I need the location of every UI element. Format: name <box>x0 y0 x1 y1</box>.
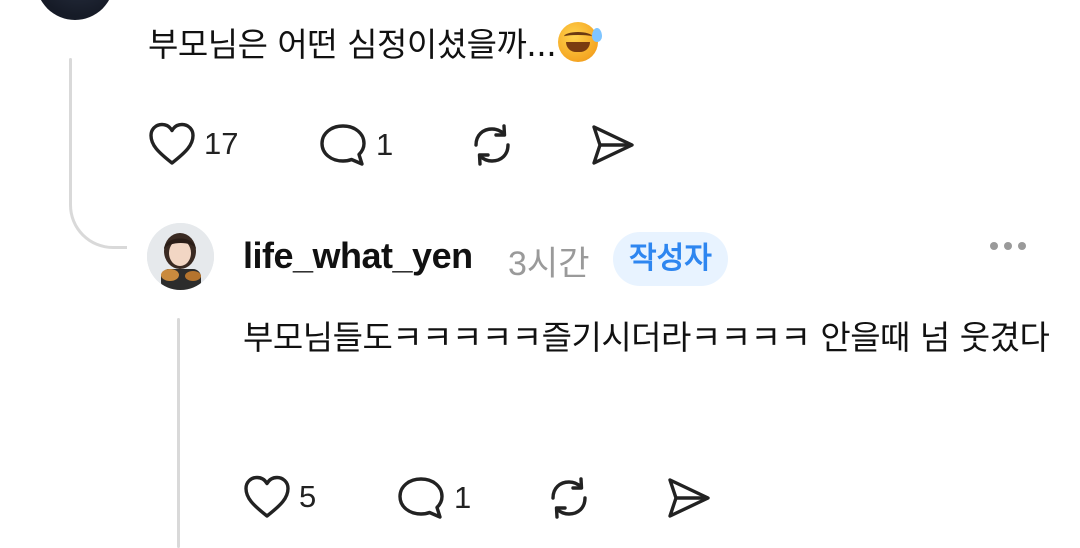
reply-text: 부모님들도ㅋㅋㅋㅋㅋ즐기시더라ㅋㅋㅋㅋ 안을때 넘 웃겼다 <box>243 318 1050 357</box>
reply-comment-button[interactable]: 1 <box>396 474 471 522</box>
author-avatar[interactable] <box>147 223 214 290</box>
parent-avatar[interactable] <box>36 0 114 20</box>
more-options-button[interactable] <box>990 242 1026 250</box>
comment-bubble-icon <box>398 477 444 519</box>
repost-button[interactable] <box>466 121 518 173</box>
reply-like-button[interactable]: 5 <box>243 474 316 520</box>
reply-comment-count: 1 <box>454 480 472 515</box>
reply-count: 1 <box>376 127 394 162</box>
like-button[interactable]: 17 <box>148 121 238 167</box>
like-count: 17 <box>204 126 239 161</box>
reply-thread-line <box>177 318 180 548</box>
rolling-laughing-emoji-icon <box>558 22 603 62</box>
reply-share-button[interactable] <box>664 474 714 526</box>
post-time: 3시간 <box>508 245 590 283</box>
thread-connector <box>69 175 127 249</box>
heart-icon <box>149 122 195 165</box>
comment-button[interactable]: 1 <box>318 121 393 169</box>
heart-icon <box>244 475 290 518</box>
repost-icon <box>474 124 510 166</box>
reply-like-count: 5 <box>299 479 317 514</box>
comment-bubble-icon <box>320 124 366 166</box>
more-dots-icon <box>990 242 998 250</box>
author-username[interactable]: life_what_yen <box>243 235 473 277</box>
share-button[interactable] <box>588 121 638 173</box>
repost-icon <box>551 477 587 519</box>
send-icon <box>668 478 710 518</box>
reply-repost-button[interactable] <box>543 474 595 526</box>
send-icon <box>592 125 634 165</box>
author-badge: 작성자 <box>613 232 728 286</box>
parent-comment-text: 부모님은 어떤 심정이셨을까... <box>148 18 603 72</box>
